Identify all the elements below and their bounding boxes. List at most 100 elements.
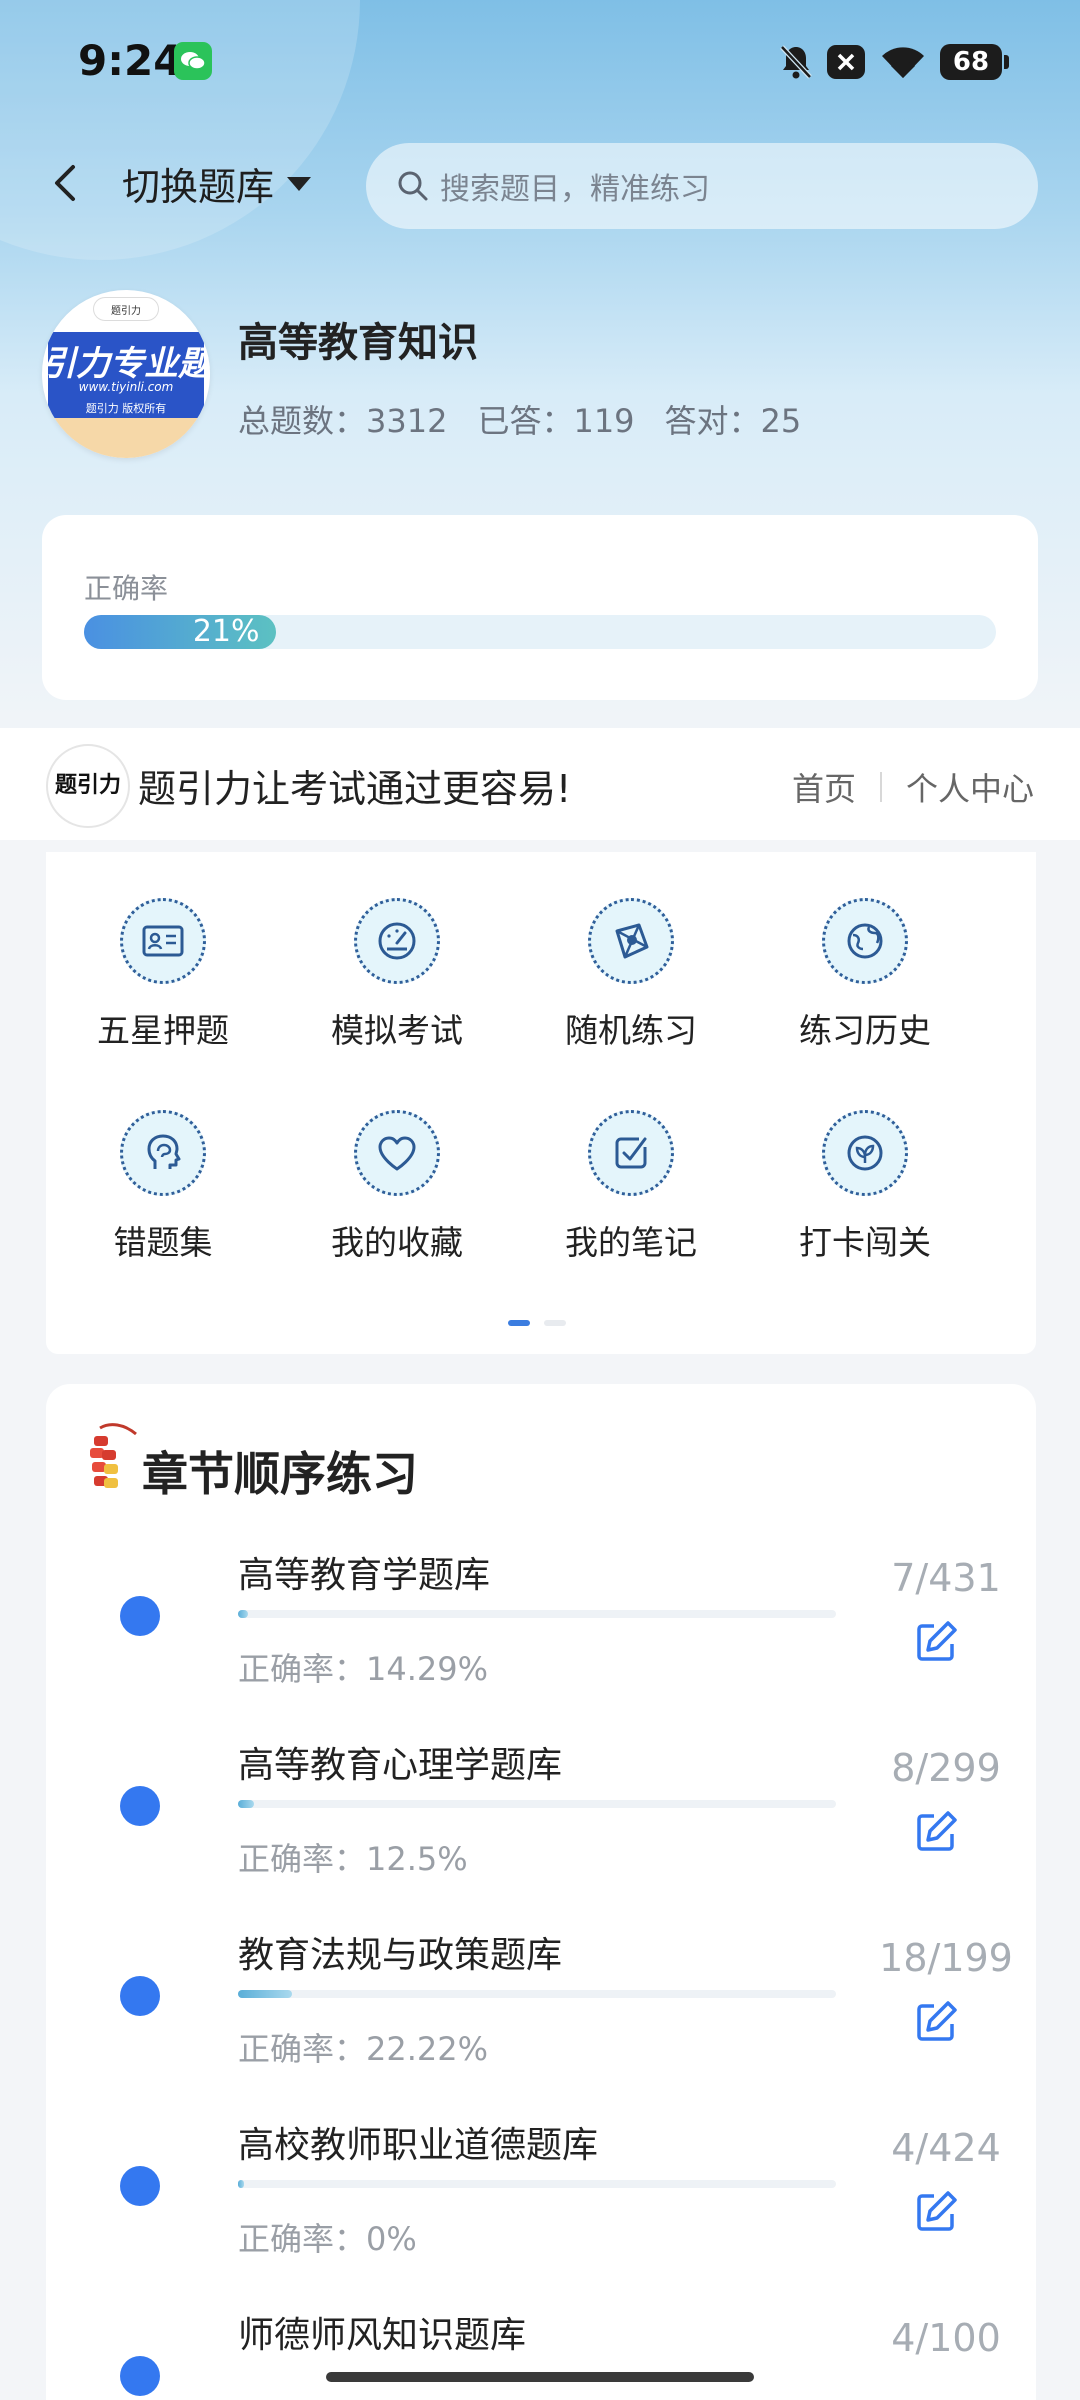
promo-banner: 题引力 题引力让考试通过更容易! 首页 个人中心 — [0, 728, 1080, 840]
chapter-count: 18/199 — [879, 1936, 1013, 1980]
answered-count: 已答：119 — [477, 402, 635, 440]
accuracy-progress-fill: 21% — [84, 615, 276, 649]
correct-count: 答对：25 — [664, 402, 802, 440]
feature-label: 我的笔记 — [565, 1223, 697, 1262]
wechat-notification-icon — [174, 42, 212, 80]
chapter-bullet — [120, 2356, 160, 2396]
edit-icon[interactable] — [912, 2188, 960, 2236]
firecracker-icon — [84, 1420, 140, 1500]
bank-logo: 题引力 引力专业题 www.tiyinli.com 题引力 版权所有 — [42, 290, 210, 458]
chapter-progress-fill — [238, 1800, 255, 1808]
feature-five-star[interactable]: 五星押题 — [46, 898, 280, 1052]
chapter-progress-bar — [238, 1610, 836, 1618]
feature-label: 错题集 — [113, 1223, 213, 1262]
feature-grid: 五星押题 模拟考试 随机练习 练习历史 错题集 我的收藏 我的笔记 打卡闯关 — [46, 852, 1036, 1354]
chapter-accuracy: 正确率：14.29% — [238, 1650, 489, 1688]
chapter-progress-fill — [238, 1610, 248, 1618]
chapter-row[interactable]: 高等教育心理学题库 正确率：12.5% 8/299 — [46, 1736, 1036, 1926]
chapter-accuracy: 正确率：0% — [238, 2220, 417, 2258]
accuracy-progress-bar: 21% — [84, 615, 996, 649]
chevron-left-icon — [55, 165, 75, 201]
chapter-bullet — [120, 1976, 160, 2016]
chapter-row[interactable]: 高等教育学题库 正确率：14.29% 7/431 — [46, 1546, 1036, 1736]
feature-label: 五星押题 — [97, 1011, 229, 1050]
chapter-bullet — [120, 1596, 160, 1636]
brain-head-icon — [120, 1110, 206, 1196]
chapter-bullet — [120, 2166, 160, 2206]
chapter-row[interactable]: 高校教师职业道德题库 正确率：0% 4/424 — [46, 2116, 1036, 2306]
edit-icon[interactable] — [912, 1998, 960, 2046]
search-placeholder: 搜索题目，精准练习 — [440, 172, 710, 207]
status-time: 9:24 — [78, 36, 183, 85]
note-check-icon — [588, 1110, 674, 1196]
chapter-row[interactable]: 师德师风知识题库 4/100 — [46, 2306, 1036, 2400]
chapter-name: 高等教育心理学题库 — [238, 1745, 563, 1786]
logo-text: 引力专业题 — [42, 344, 210, 384]
bank-title: 高等教育知识 — [238, 320, 478, 366]
back-button[interactable] — [40, 158, 90, 208]
page-dot — [544, 1320, 566, 1326]
page-indicator — [508, 1320, 566, 1326]
feature-label: 打卡闯关 — [799, 1223, 931, 1262]
chapter-accuracy: 正确率：22.22% — [238, 2030, 489, 2068]
switch-bank-label: 切换题库 — [122, 165, 275, 209]
chapter-name: 高校教师职业道德题库 — [238, 2125, 599, 2166]
network-icon — [588, 898, 674, 984]
chapter-count: 4/424 — [891, 2126, 1001, 2170]
total-count: 总题数：3312 — [238, 402, 448, 440]
close-box-icon — [824, 40, 868, 84]
gesture-home-bar — [326, 2372, 754, 2382]
switch-bank-dropdown[interactable]: 切换题库 — [122, 156, 312, 211]
feature-favorites[interactable]: 我的收藏 — [280, 1110, 514, 1264]
banner-slogan: 题引力让考试通过更容易! — [138, 767, 572, 811]
edit-icon[interactable] — [912, 1808, 960, 1856]
personal-center-link[interactable]: 个人中心 — [906, 764, 1034, 810]
feature-label: 随机练习 — [565, 1011, 697, 1050]
edit-icon[interactable] — [912, 1618, 960, 1666]
logo-mark: 题引力 — [94, 298, 158, 320]
id-card-icon — [120, 898, 206, 984]
logo-url: www.tiyinli.com — [78, 380, 174, 394]
chapter-count: 4/100 — [891, 2316, 1001, 2360]
accuracy-card: 正确率 21% — [42, 515, 1038, 700]
chapter-count: 7/431 — [891, 1556, 1001, 1600]
home-link[interactable]: 首页 — [792, 764, 856, 810]
feature-check-in[interactable]: 打卡闯关 — [748, 1110, 982, 1264]
chapter-progress-fill — [238, 1990, 292, 1998]
feature-random-practice[interactable]: 随机练习 — [514, 898, 748, 1052]
leaf-icon — [822, 1110, 908, 1196]
chapter-practice-card: 章节顺序练习 高等教育学题库 正确率：14.29% 7/431 高等教育心理学题… — [46, 1384, 1036, 2400]
feature-label: 我的收藏 — [331, 1223, 463, 1262]
chapter-name: 师德师风知识题库 — [238, 2315, 527, 2356]
feature-label: 模拟考试 — [331, 1011, 463, 1050]
search-icon — [398, 171, 428, 201]
page-dot-active — [508, 1320, 530, 1326]
chapter-progress-bar — [238, 2180, 836, 2188]
chapter-row[interactable]: 教育法规与政策题库 正确率：22.22% 18/199 — [46, 1926, 1036, 2116]
section-title: 章节顺序练习 — [142, 1447, 418, 1501]
search-input[interactable]: 搜索题目，精准练习 — [366, 143, 1038, 229]
bank-stats: 总题数：3312 已答：119 答对：25 — [238, 396, 801, 442]
accuracy-label: 正确率 — [84, 572, 169, 605]
chapter-accuracy: 正确率：12.5% — [238, 1840, 468, 1878]
accuracy-value: 21% — [192, 614, 260, 649]
caret-down-icon — [287, 176, 312, 191]
chapter-progress-bar — [238, 1800, 836, 1808]
chapter-progress-bar — [238, 1990, 836, 1998]
divider — [879, 772, 882, 802]
battery-indicator: 68 — [940, 44, 1009, 80]
chapter-name: 教育法规与政策题库 — [238, 1935, 563, 1976]
feature-label: 练习历史 — [799, 1011, 931, 1050]
feature-mock-exam[interactable]: 模拟考试 — [280, 898, 514, 1052]
wifi-icon — [878, 40, 928, 84]
chapter-name: 高等教育学题库 — [238, 1555, 491, 1596]
feature-notes[interactable]: 我的笔记 — [514, 1110, 748, 1264]
feature-wrong-questions[interactable]: 错题集 — [46, 1110, 280, 1264]
brand-logo-icon: 题引力 — [46, 744, 130, 828]
mute-bell-icon — [774, 40, 818, 84]
globe-icon — [822, 898, 908, 984]
chapter-progress-fill — [238, 2180, 244, 2188]
chapter-count: 8/299 — [891, 1746, 1001, 1790]
status-bar: 9:24 68 — [0, 0, 1080, 120]
feature-practice-history[interactable]: 练习历史 — [748, 898, 982, 1052]
